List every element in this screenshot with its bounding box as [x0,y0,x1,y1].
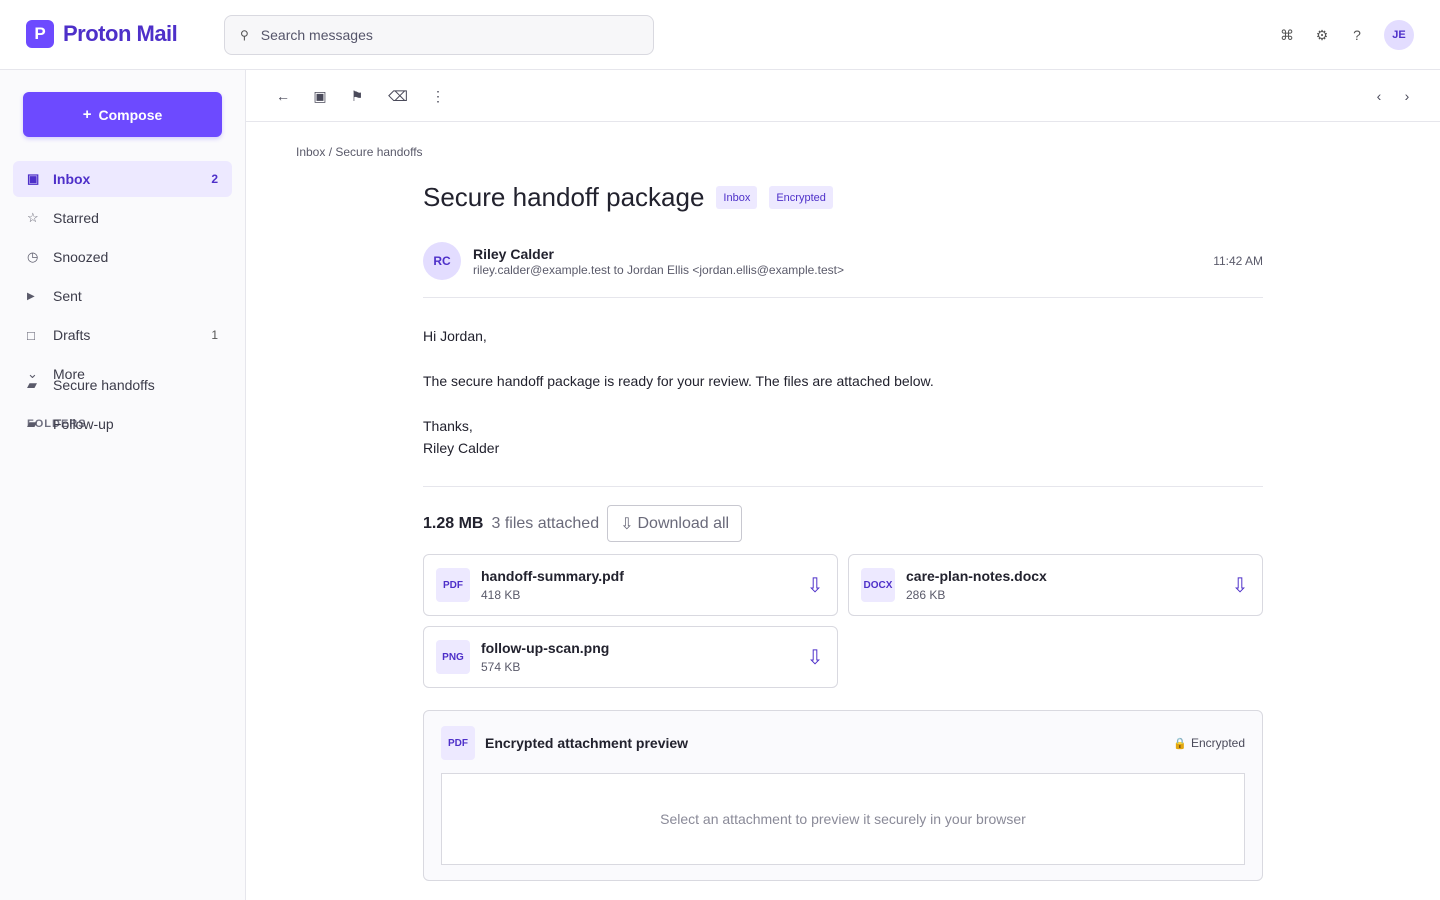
sidebar-item-snoozed[interactable]: ◷ Snoozed [13,239,232,275]
sidebar-item-label: Secure handoffs [53,377,155,393]
docx-file-icon: DOCX [861,568,895,602]
header-actions: ⌘ ⚙ ? JE [1267,20,1414,50]
sidebar-item-secure-handoffs[interactable]: ▰ Secure handoffs [13,367,232,403]
logo-mark: P [26,20,54,48]
message-body: Hi Jordan, The secure handoff package is… [423,325,1263,459]
plus-icon: + [82,106,92,123]
download-icon[interactable]: ⇩ [1230,573,1250,597]
folder-icon: ▰ [27,377,37,392]
search-input[interactable] [260,27,621,43]
sidebar-item-label: Follow-up [53,416,114,432]
sidebar-item-sent[interactable]: ▶ Sent [13,278,232,314]
gear-icon[interactable]: ⚙ [1307,20,1337,50]
message-toolbar: ← ▣ ⚑ ⌫ ⋮ ‹ › [246,70,1440,122]
preview-area[interactable]: Select an attachment to preview it secur… [441,773,1245,865]
encrypted-label: Encrypted [1190,736,1245,750]
sidebar-item-label: Snoozed [53,249,109,265]
subject-row: Secure handoff package Inbox Encrypted [423,182,833,213]
sender-name[interactable]: Riley Calder [473,246,554,262]
body-paragraph: The secure handoff package is ready for … [423,373,934,389]
sidebar-item-inbox[interactable]: ▣ Inbox 2 [13,161,232,197]
body-greeting: Hi Jordan, [423,328,487,344]
nav-list: ▣ Inbox 2 ☆ Starred ◷ Snoozed ▶ Sent □ D… [13,161,232,395]
sidebar-item-label: Sent [53,288,82,304]
attachment-name: care-plan-notes.docx [906,568,1047,584]
attachment-preview-panel: PDF Encrypted attachment preview 🔒 Encry… [423,710,1263,881]
prev-icon[interactable]: ‹ [1368,85,1390,107]
unread-count: 1 [211,328,218,342]
more-icon[interactable]: ⋮ [427,85,449,107]
page-title: Secure handoff package [423,182,705,212]
attachment-card[interactable]: PDF handoff-summary.pdf 418 KB ⇩ [423,554,838,616]
preview-title: Encrypted attachment preview [485,735,689,751]
body-signoff: Thanks, [423,418,473,434]
label-badge: Inbox [716,186,758,209]
search-bar[interactable]: ⚲ [224,15,654,55]
encrypted-status: 🔒 Encrypted [1173,736,1245,750]
help-icon[interactable]: ? [1342,20,1372,50]
attachment-card[interactable]: DOCX care-plan-notes.docx 286 KB ⇩ [848,554,1263,616]
avatar: RC [423,242,461,280]
sidebar: + Compose ▣ Inbox 2 ☆ Starred ◷ Snoozed … [0,70,246,900]
clock-icon: ◷ [27,249,39,264]
app-name: Proton Mail [63,21,178,46]
send-icon: ▶ [27,290,35,302]
archive-icon[interactable]: ▣ [309,85,331,107]
sidebar-item-starred[interactable]: ☆ Starred [13,200,232,236]
attachment-name: handoff-summary.pdf [481,568,624,584]
star-icon: ☆ [27,210,39,225]
message-time: 11:42 AM [1213,254,1263,268]
draft-icon: □ [27,327,35,343]
attachment-name: follow-up-scan.png [481,640,610,656]
compose-label: Compose [98,106,163,123]
activity-icon[interactable]: ⌘ [1272,20,1302,50]
attachments-total-size: 1.28 MB [423,514,484,532]
top-header: P Proton Mail ⚲ ⌘ ⚙ ? JE [0,0,1440,70]
lock-icon: 🔒 [1173,737,1187,750]
attachment-size: 574 KB [481,660,521,674]
sidebar-item-label: Inbox [53,171,91,187]
body-signature: Riley Calder [423,440,500,456]
attachment-size: 418 KB [481,588,521,602]
attachments-header: 1.28 MB 3 files attached ⇩ Download all [423,505,743,542]
sidebar-item-follow-up[interactable]: ▰ Follow-up [13,406,232,442]
download-icon[interactable]: ⇩ [805,573,825,597]
flag-icon[interactable]: ⚑ [346,85,368,107]
breadcrumb: Inbox / Secure handoffs [296,145,423,159]
folder-list: ▰ Secure handoffs ▰ Follow-up [13,367,232,445]
user-avatar[interactable]: JE [1384,20,1414,50]
divider [423,486,1263,487]
attachment-size: 286 KB [906,588,946,602]
sidebar-item-drafts[interactable]: □ Drafts 1 [13,317,232,353]
download-all-button[interactable]: ⇩ Download all [607,505,743,542]
folder-icon: ▰ [27,416,37,431]
next-icon[interactable]: › [1396,85,1418,107]
download-icon[interactable]: ⇩ [805,645,825,669]
compose-button[interactable]: + Compose [23,92,222,137]
pdf-file-icon: PDF [441,726,475,760]
png-file-icon: PNG [436,640,470,674]
back-icon[interactable]: ← [272,85,294,107]
delete-icon[interactable]: ⌫ [387,85,409,107]
download-all-label: Download all [637,514,730,532]
unread-count: 2 [211,172,218,186]
logo[interactable]: P Proton Mail [26,20,178,48]
sidebar-item-label: Starred [53,210,99,226]
inbox-icon: ▣ [27,171,40,186]
attachment-card[interactable]: PNG follow-up-scan.png 574 KB ⇩ [423,626,838,688]
attachments-count: 3 files attached [491,514,600,532]
search-icon: ⚲ [240,28,249,42]
pdf-file-icon: PDF [436,568,470,602]
encrypted-badge: Encrypted [769,186,833,209]
sender-row: RC Riley Calder riley.calder@example.tes… [423,242,1263,298]
sender-address: riley.calder@example.test to Jordan Elli… [473,263,844,277]
download-icon: ⇩ [620,515,634,533]
sidebar-item-label: Drafts [53,327,91,343]
